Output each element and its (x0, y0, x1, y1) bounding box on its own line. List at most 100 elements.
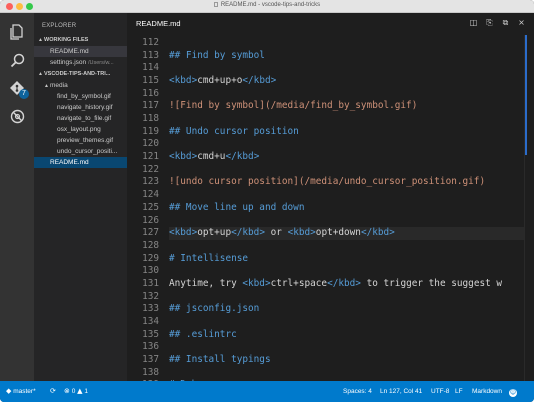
line-number: 114 (142, 62, 159, 74)
code-line: ## Undo cursor position (169, 125, 299, 137)
close-icon[interactable]: × (517, 18, 526, 28)
scrollbar-thumb[interactable] (525, 35, 527, 155)
explorer-sidebar: EXPLORER ▲WORKING FILES README.md settin… (34, 13, 127, 381)
line-number: 125 (142, 201, 159, 213)
split-editor-icon[interactable]: ◫ (469, 18, 478, 28)
working-file-readme[interactable]: README.md (34, 46, 127, 57)
activity-bar: 7 (0, 13, 34, 381)
files-icon[interactable] (8, 23, 26, 41)
code-line: ![undo cursor position](/media/undo_curs… (169, 176, 486, 188)
line-number: 130 (142, 265, 159, 277)
file-name: find_by_symbol.gif (57, 93, 111, 100)
title-bar: README.md - vscode-tips-and-tricks (0, 0, 534, 13)
working-file-name: settings.json (50, 59, 87, 66)
tab-readme[interactable]: README.md (136, 19, 181, 28)
explorer-header: EXPLORER (42, 23, 77, 29)
list-item[interactable]: undo_cursor_positi... (34, 146, 127, 157)
line-number: 136 (142, 341, 159, 353)
open-preview-icon[interactable]: ⧉ (501, 18, 510, 28)
indentation-indicator[interactable]: Spaces: 4 (343, 387, 372, 396)
error-count: 0 (71, 388, 76, 395)
smiley-icon: ☺ (509, 389, 517, 397)
line-number: 133 (142, 303, 159, 315)
branch-indicator[interactable]: ◆ master* (6, 387, 36, 396)
line-number: 115 (142, 75, 159, 87)
file-name: README.md (50, 159, 89, 166)
warning-icon: ▲ (77, 387, 83, 395)
line-number: 120 (142, 138, 159, 150)
line-number: 113 (142, 49, 159, 61)
line-number: 134 (142, 315, 159, 327)
line-number: 124 (142, 189, 159, 201)
language-mode[interactable]: Markdown (472, 387, 502, 396)
line-number-gutter: 112 113 114 115 116 117 118 119 120 121 122 123 124 1… (127, 35, 164, 381)
line-number: 131 (142, 277, 159, 289)
file-name: osx_layout.png (57, 126, 101, 133)
line-number: 118 (142, 113, 159, 125)
line-number: 127 (142, 227, 159, 239)
code-line: ## Find by symbol (169, 49, 265, 61)
working-files-section[interactable]: ▲WORKING FILES (34, 35, 127, 46)
line-number: 129 (142, 252, 159, 264)
sync-icon[interactable]: ⟳ (50, 387, 56, 396)
file-name: navigate_to_file.gif (57, 115, 112, 122)
line-number: 132 (142, 290, 159, 302)
code-line: <kbd>opt+up</kbd> or <kbd>opt+down</kbd> (169, 227, 524, 240)
line-number: 126 (142, 214, 159, 226)
code-line: ## .eslintrc (169, 328, 237, 340)
line-number: 123 (142, 176, 159, 188)
line-number: 121 (142, 151, 159, 163)
window-title: README.md - vscode-tips-and-tricks (0, 2, 534, 8)
editor-actions: ◫ ⎘ ⧉ × (469, 18, 526, 28)
file-name: undo_cursor_positi... (57, 148, 118, 155)
search-icon[interactable] (8, 51, 26, 69)
editor-title-bar: README.md ◫ ⎘ ⧉ × (127, 13, 534, 35)
line-number: 117 (142, 100, 159, 112)
git-icon[interactable]: 7 (8, 79, 29, 99)
feedback-button[interactable]: ☺ (509, 387, 517, 397)
code-line: ## Install typings (169, 354, 271, 365)
line-number: 112 (142, 37, 159, 48)
project-section[interactable]: ▲VSCODE-TIPS-AND-TRI... (34, 69, 127, 80)
code-line: ![Find by symbol](/media/find_by_symbol.… (169, 100, 418, 112)
list-item[interactable]: navigate_to_file.gif (34, 113, 127, 124)
working-file-path: /Users/w... (87, 60, 114, 66)
code-line: ## jsconfig.json (169, 303, 260, 315)
branch-name: master* (13, 388, 36, 395)
warning-count: 1 (84, 388, 88, 395)
git-branch-icon: ◆ (6, 387, 12, 395)
code-line: <kbd>cmd+u</kbd> (169, 151, 260, 163)
working-file-settings[interactable]: settings.json /Users/w... (34, 57, 127, 68)
line-number: 119 (142, 125, 159, 137)
line-number: 138 (142, 366, 159, 378)
eol-indicator[interactable]: LF (455, 387, 463, 396)
code-line: ## Move line up and down (169, 201, 305, 213)
code-line: <kbd>cmd+up+o</kbd> (169, 75, 277, 87)
line-number: 137 (142, 354, 159, 365)
document-icon (213, 2, 218, 7)
code-line: # Intellisense (169, 252, 249, 264)
root-file-readme[interactable]: README.md (34, 157, 127, 168)
encoding-indicator[interactable]: UTF-8 (431, 387, 449, 396)
code-line: Anytime, try <kbd>ctrl+space</kbd> to tr… (169, 277, 503, 289)
line-number: 135 (142, 328, 159, 340)
git-badge: 7 (19, 89, 29, 99)
list-item[interactable]: navigate_history.gif (34, 102, 127, 113)
open-changes-icon[interactable]: ⎘ (485, 18, 494, 28)
working-files-label: WORKING FILES (44, 37, 89, 43)
file-name: navigate_history.gif (57, 104, 113, 111)
line-number: 128 (142, 239, 159, 251)
problems-indicator[interactable]: ⊗ 0 ▲ 1 (64, 387, 88, 396)
debug-icon[interactable] (8, 107, 26, 125)
code-content[interactable]: ## Find by symbol <kbd>cmd+up+o</kbd> ![Fi… (169, 35, 524, 381)
list-item[interactable]: find_by_symbol.gif (34, 91, 127, 102)
editor-area: README.md ◫ ⎘ ⧉ × 112 113 114 115 116 117 118 1… (127, 13, 534, 381)
cursor-position[interactable]: Ln 127, Col 41 (380, 387, 422, 396)
working-file-name: README.md (50, 48, 89, 55)
line-number: 122 (142, 163, 159, 175)
error-icon: ⊗ (64, 387, 70, 395)
folder-name: media (50, 82, 68, 89)
list-item[interactable]: osx_layout.png (34, 124, 127, 135)
list-item[interactable]: preview_themes.gif (34, 135, 127, 146)
folder-media[interactable]: ▲media (34, 80, 127, 91)
